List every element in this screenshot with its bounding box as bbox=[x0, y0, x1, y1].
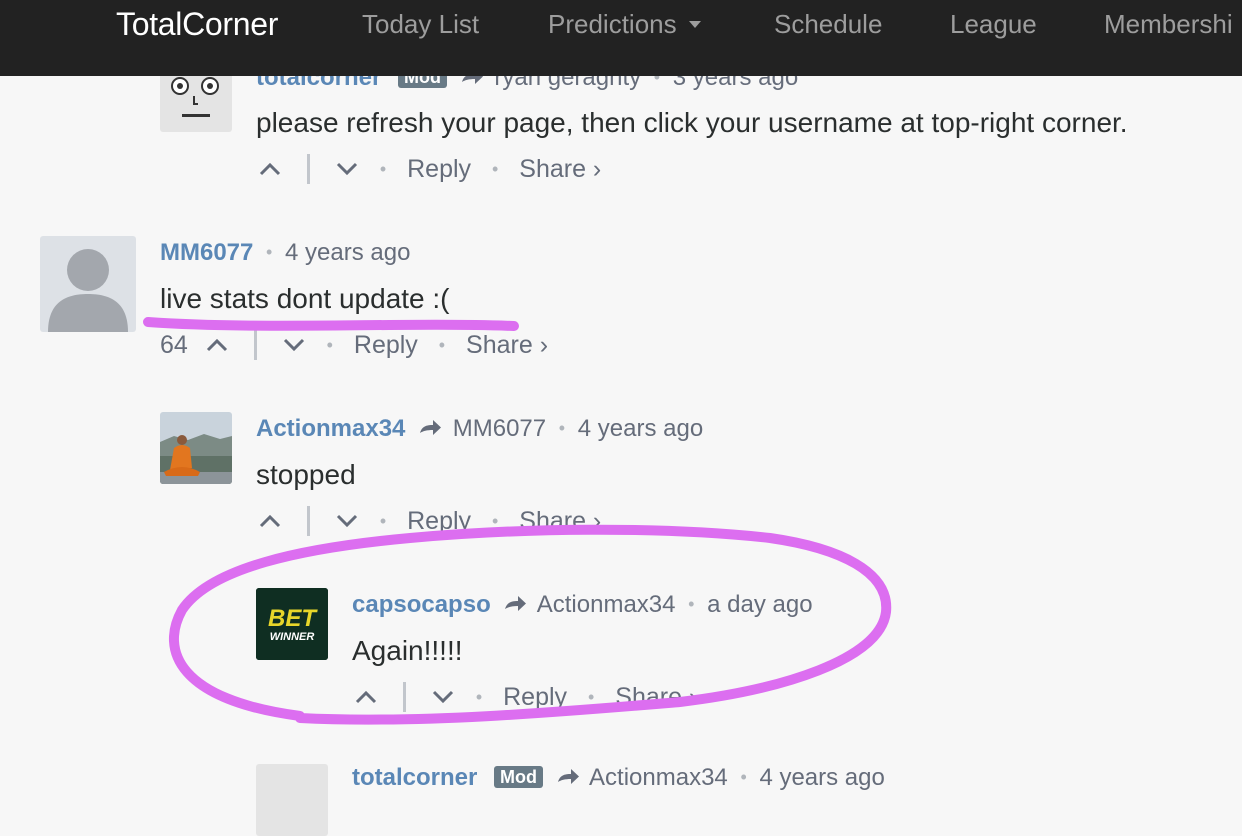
betwinner-logo-line2: WINNER bbox=[270, 631, 315, 643]
betwinner-logo: BET WINNER bbox=[256, 588, 328, 660]
comment-meta: capsocapso Actionmax34 • a day ago bbox=[352, 591, 813, 619]
caret-down-icon bbox=[688, 20, 701, 28]
upvote-icon[interactable] bbox=[258, 161, 282, 177]
reply-button[interactable]: Reply bbox=[407, 155, 471, 184]
reply-button[interactable]: Reply bbox=[503, 683, 567, 712]
comment-actions: • Reply • Share › bbox=[354, 682, 697, 716]
upvote-icon[interactable] bbox=[258, 513, 282, 529]
betwinner-logo-line1: BET bbox=[268, 605, 318, 632]
share-button[interactable]: Share › bbox=[466, 331, 548, 360]
nav-league[interactable]: League bbox=[950, 9, 1037, 40]
top-navbar: TotalCorner Today List Predictions Sched… bbox=[0, 0, 1242, 76]
comment-time[interactable]: a day ago bbox=[707, 591, 812, 618]
comment-text: live stats dont update :( bbox=[160, 283, 450, 314]
avatar[interactable] bbox=[256, 764, 328, 836]
comment-actions: 64 • Reply • Share › bbox=[160, 330, 548, 364]
meta-separator: • bbox=[266, 242, 273, 262]
vote-divider bbox=[306, 506, 310, 537]
downvote-icon[interactable] bbox=[335, 513, 359, 529]
comment-actions: • Reply • Share › bbox=[258, 506, 601, 540]
meditating-monk-photo bbox=[160, 412, 232, 484]
reply-button[interactable]: Reply bbox=[354, 331, 418, 360]
vote-divider bbox=[306, 154, 310, 185]
comment-text: stopped bbox=[256, 459, 356, 490]
avatar[interactable]: BET WINNER bbox=[256, 588, 328, 660]
default-user-icon bbox=[48, 249, 128, 332]
downvote-icon[interactable] bbox=[335, 161, 359, 177]
action-separator: • bbox=[588, 686, 595, 707]
upvote-count: 64 bbox=[160, 330, 188, 359]
share-button[interactable]: Share › bbox=[615, 683, 697, 712]
share-button[interactable]: Share › bbox=[519, 507, 601, 536]
nav-schedule[interactable]: Schedule bbox=[774, 9, 882, 40]
author-link[interactable]: MM6077 bbox=[160, 239, 253, 266]
meta-separator: • bbox=[688, 594, 695, 614]
nav-membership[interactable]: Membershi bbox=[1104, 9, 1233, 40]
reply-arrow-icon bbox=[505, 596, 527, 611]
avatar[interactable] bbox=[40, 236, 136, 332]
action-separator: • bbox=[379, 510, 387, 531]
nav-predictions-label: Predictions bbox=[548, 9, 677, 39]
action-separator: • bbox=[492, 158, 499, 179]
upvote-icon[interactable] bbox=[205, 337, 229, 353]
comment-meta: totalcorner Mod Actionmax34 • 4 years ag… bbox=[352, 764, 885, 792]
underline-annotation bbox=[143, 317, 519, 331]
action-separator: • bbox=[438, 334, 446, 355]
action-separator: • bbox=[492, 510, 499, 531]
comment-meta: Actionmax34 MM6077 • 4 years ago bbox=[256, 415, 703, 443]
author-link[interactable]: capsocapso bbox=[352, 591, 491, 618]
downvote-icon[interactable] bbox=[431, 689, 455, 705]
reply-arrow-icon bbox=[557, 769, 579, 784]
comment-time[interactable]: 4 years ago bbox=[578, 415, 703, 442]
vote-divider bbox=[402, 682, 406, 713]
comment-text: Again!!!!! bbox=[352, 635, 463, 666]
comment-time[interactable]: 4 years ago bbox=[285, 239, 410, 266]
comment-actions: • Reply • Share › bbox=[258, 154, 601, 188]
reply-to-user[interactable]: Actionmax34 bbox=[537, 591, 676, 618]
vote-divider bbox=[253, 330, 257, 361]
action-separator: • bbox=[326, 334, 333, 355]
mod-badge: Mod bbox=[494, 766, 544, 788]
reply-to-user[interactable]: MM6077 bbox=[453, 415, 546, 442]
nav-predictions[interactable]: Predictions bbox=[548, 9, 701, 40]
upvote-icon[interactable] bbox=[354, 689, 378, 705]
meta-separator: • bbox=[740, 767, 747, 787]
downvote-icon[interactable] bbox=[282, 337, 306, 353]
author-link[interactable]: Actionmax34 bbox=[256, 415, 405, 442]
comment-meta: MM6077 • 4 years ago bbox=[160, 239, 410, 267]
nav-today-list[interactable]: Today List bbox=[362, 9, 479, 40]
brand-logo[interactable]: TotalCorner bbox=[116, 6, 278, 43]
share-button[interactable]: Share › bbox=[519, 155, 601, 184]
meta-separator: • bbox=[558, 418, 566, 438]
reply-button[interactable]: Reply bbox=[407, 507, 471, 536]
action-separator: • bbox=[475, 686, 483, 707]
reply-arrow-icon bbox=[420, 420, 442, 435]
avatar[interactable] bbox=[160, 412, 232, 484]
comment-text: please refresh your page, then click you… bbox=[256, 107, 1128, 138]
action-separator: • bbox=[379, 158, 387, 179]
